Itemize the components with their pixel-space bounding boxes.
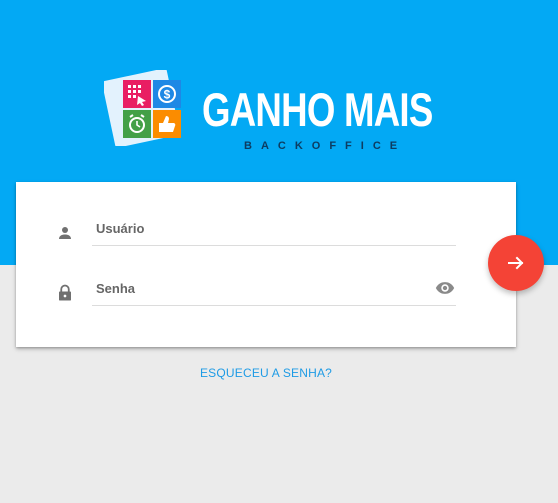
brand-logo: $ GANHO MAIS BACKOFFICE <box>104 70 434 152</box>
username-field <box>16 212 516 252</box>
brand-subtitle: BACKOFFICE <box>244 140 407 152</box>
lock-icon <box>59 284 71 301</box>
svg-text:$: $ <box>164 88 171 102</box>
brand-name: GANHO MAIS <box>202 83 433 136</box>
login-page: $ GANHO MAIS BACKOFFICE Usuário ESQUECEU… <box>0 0 558 503</box>
login-card <box>16 182 516 347</box>
forgot-password-link[interactable]: ESQUECEU A SENHA? <box>0 366 532 380</box>
password-field <box>16 272 516 312</box>
username-input[interactable] <box>92 212 456 246</box>
eye-icon[interactable] <box>435 281 455 295</box>
arrow-right-icon <box>508 256 524 270</box>
submit-button[interactable] <box>488 235 544 291</box>
password-input[interactable] <box>92 272 456 306</box>
logo-mark-icon: $ <box>104 70 181 146</box>
person-icon <box>59 227 71 239</box>
